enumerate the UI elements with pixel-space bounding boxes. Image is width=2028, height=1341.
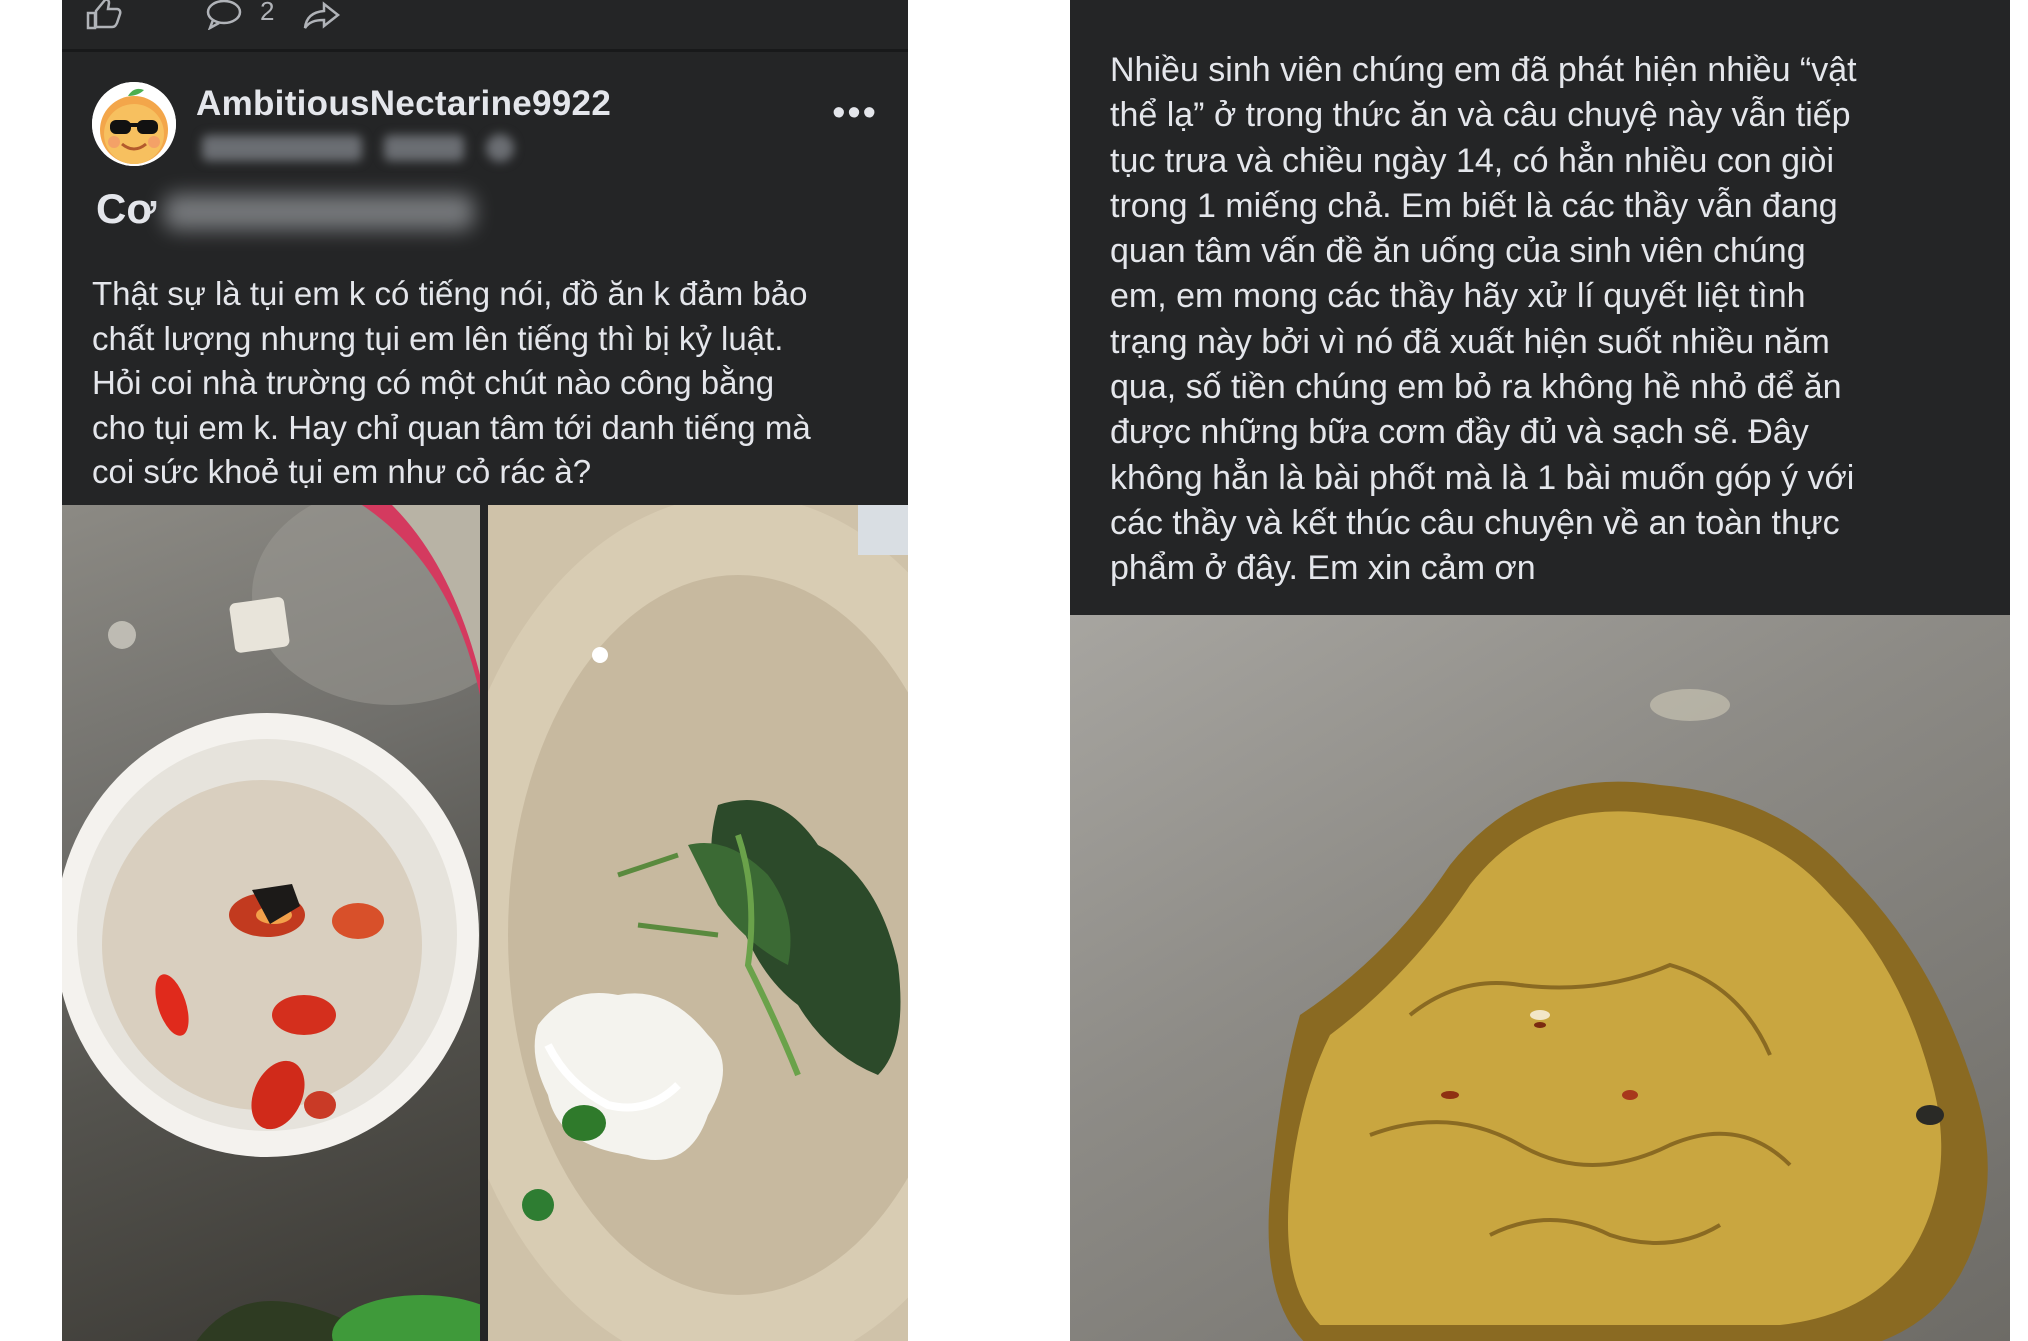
comment-count: 2: [260, 0, 275, 26]
comment-button[interactable]: 2: [204, 0, 274, 31]
post-title-text: Cơ: [96, 185, 157, 232]
blurred-title-redaction: [164, 193, 475, 230]
post-action-bar: 2: [62, 0, 908, 52]
post-body-text: Nhiều sinh viên chúng em đã phát hiện nh…: [1110, 51, 1857, 588]
avatar[interactable]: [92, 82, 176, 166]
post-meta-blurred: [202, 134, 514, 162]
post-header: AmbitiousNectarine9922 •••: [62, 62, 908, 182]
like-button[interactable]: [84, 0, 124, 30]
post-body-text: Thật sự là tụi em k có tiếng nói, đồ ăn …: [92, 275, 811, 490]
more-options-button[interactable]: •••: [832, 92, 878, 135]
photo-rice-plate[interactable]: [488, 505, 908, 1341]
globe-icon: [486, 134, 514, 162]
rice-plate-image: [488, 505, 908, 1341]
fried-fish-cake-image: [1268, 689, 1988, 1341]
comment-icon: [206, 0, 242, 31]
left-post-screenshot: 2 AmbitiousNectarine9922 ••• Cơ Thật sự …: [62, 0, 908, 1341]
nectarine-sunglasses-avatar-icon: [92, 82, 176, 166]
share-button[interactable]: [302, 0, 342, 30]
author-name[interactable]: AmbitiousNectarine9922: [196, 84, 611, 124]
blurred-chip: [384, 135, 464, 161]
share-icon: [303, 1, 341, 29]
thumbs-up-icon: [86, 0, 122, 30]
photo-sauce-bowl[interactable]: [62, 505, 480, 1341]
blurred-chip: [202, 135, 362, 161]
photo-fried-fish-cake[interactable]: [1070, 615, 2010, 1341]
sauce-bowl-image: [62, 505, 480, 1341]
right-post-screenshot: Nhiều sinh viên chúng em đã phát hiện nh…: [1070, 0, 2010, 1341]
post-title: Cơ: [96, 185, 475, 233]
